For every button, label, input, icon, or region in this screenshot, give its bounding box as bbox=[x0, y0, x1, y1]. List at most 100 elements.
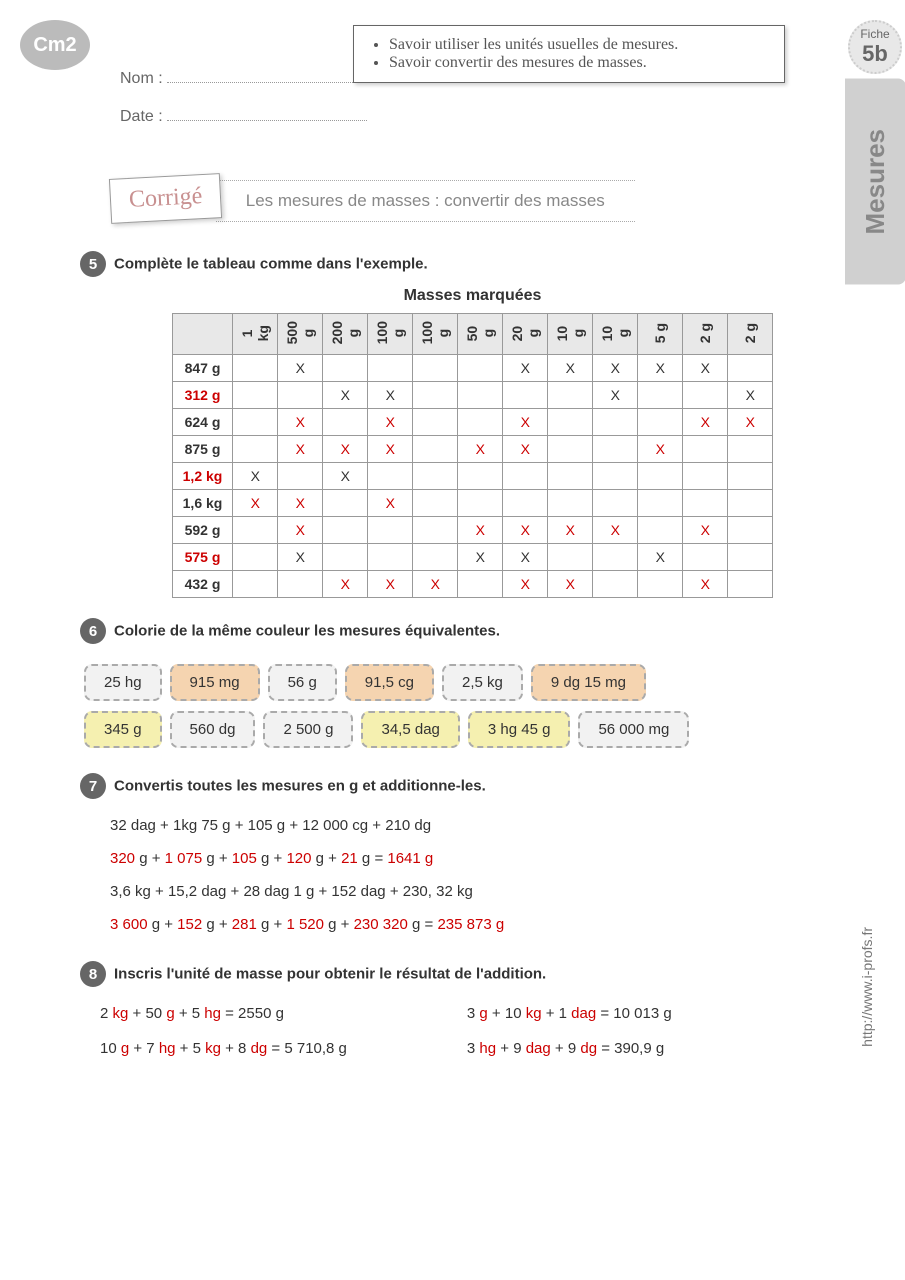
mass-cell bbox=[278, 463, 323, 490]
ex8-body: 2 kg + 50 g + 5 hg = 2550 g10 g + 7 hg +… bbox=[100, 997, 865, 1066]
ex7-line1: 32 dag + 1kg 75 g + 105 g + 12 000 cg + … bbox=[110, 809, 865, 842]
mass-col-header: 10 g bbox=[548, 314, 593, 355]
mass-cell: X bbox=[548, 517, 593, 544]
ex7-num: 7 bbox=[80, 773, 106, 799]
ex7-line4: 3 600 g + 152 g + 281 g + 1 520 g + 230 … bbox=[110, 908, 865, 941]
mass-cell bbox=[728, 490, 773, 517]
fiche-badge: Fiche 5b bbox=[848, 20, 902, 74]
mass-cell: X bbox=[458, 544, 503, 571]
mass-cell bbox=[728, 517, 773, 544]
ex8-line: 2 kg + 50 g + 5 hg = 2550 g bbox=[100, 997, 347, 1032]
mass-cell: X bbox=[728, 409, 773, 436]
table-row: 1,2 kgXX bbox=[172, 463, 773, 490]
corrige-stamp: Corrigé bbox=[109, 173, 223, 224]
chip: 2 500 g bbox=[263, 711, 353, 748]
mass-cell: X bbox=[683, 409, 728, 436]
mass-cell bbox=[548, 436, 593, 463]
mass-cell bbox=[458, 382, 503, 409]
mass-cell bbox=[728, 436, 773, 463]
ex8-line: 3 g + 10 kg + 1 dag = 10 013 g bbox=[467, 997, 672, 1032]
chip: 91,5 cg bbox=[345, 664, 434, 701]
mass-cell: X bbox=[503, 517, 548, 544]
mass-cell bbox=[413, 463, 458, 490]
mass-cell bbox=[413, 409, 458, 436]
ex8-title: Inscris l'unité de masse pour obtenir le… bbox=[114, 966, 546, 983]
mass-cell bbox=[458, 355, 503, 382]
table-row: 575 gXXXX bbox=[172, 544, 773, 571]
chip: 2,5 kg bbox=[442, 664, 523, 701]
chip: 345 g bbox=[84, 711, 162, 748]
mass-cell bbox=[728, 571, 773, 598]
mass-cell bbox=[368, 463, 413, 490]
mass-cell: X bbox=[683, 355, 728, 382]
mass-cell bbox=[593, 490, 638, 517]
mass-cell: X bbox=[368, 436, 413, 463]
mass-cell bbox=[233, 544, 278, 571]
mass-col-header: 1 kg bbox=[233, 314, 278, 355]
mass-cell bbox=[638, 409, 683, 436]
ex5-num: 5 bbox=[80, 251, 106, 277]
mass-cell: X bbox=[368, 571, 413, 598]
mass-cell bbox=[593, 571, 638, 598]
chip: 915 mg bbox=[170, 664, 260, 701]
mass-cell bbox=[683, 544, 728, 571]
mass-cell bbox=[638, 517, 683, 544]
date-field: Date : bbox=[120, 108, 865, 126]
mass-cell: X bbox=[458, 436, 503, 463]
mass-cell bbox=[278, 382, 323, 409]
mass-cell bbox=[638, 382, 683, 409]
mass-cell bbox=[503, 490, 548, 517]
mass-col-header: 20 g bbox=[503, 314, 548, 355]
fiche-label: Fiche bbox=[860, 27, 889, 41]
mass-cell bbox=[548, 409, 593, 436]
worksheet-page: Cm2 Nom : Date : Savoir utiliser les uni… bbox=[0, 0, 905, 1106]
mass-cell bbox=[548, 490, 593, 517]
mass-cell bbox=[323, 517, 368, 544]
mass-cell: X bbox=[503, 436, 548, 463]
mass-cell bbox=[233, 355, 278, 382]
mass-cell bbox=[233, 571, 278, 598]
ex6-num: 6 bbox=[80, 618, 106, 644]
table-row: 875 gXXXXXX bbox=[172, 436, 773, 463]
row-label: 592 g bbox=[172, 517, 233, 544]
mass-cell bbox=[278, 571, 323, 598]
mass-cell: X bbox=[233, 463, 278, 490]
ex6-chips: 25 hg915 mg56 g91,5 cg2,5 kg9 dg 15 mg34… bbox=[80, 659, 865, 753]
mass-cell bbox=[233, 382, 278, 409]
row-label: 1,6 kg bbox=[172, 490, 233, 517]
mass-cell bbox=[683, 436, 728, 463]
mass-cell: X bbox=[368, 490, 413, 517]
date-line bbox=[167, 120, 367, 121]
grade-badge: Cm2 bbox=[20, 20, 90, 70]
table-row: 312 gXXXX bbox=[172, 382, 773, 409]
mass-cell: X bbox=[503, 544, 548, 571]
ex5-title: Complète le tableau comme dans l'exemple… bbox=[114, 256, 428, 273]
mass-cell: X bbox=[413, 571, 458, 598]
ex7-body: 32 dag + 1kg 75 g + 105 g + 12 000 cg + … bbox=[110, 809, 865, 941]
mass-cell: X bbox=[548, 571, 593, 598]
objective-1: Savoir utiliser les unités usuelles de m… bbox=[389, 36, 764, 54]
mass-cell: X bbox=[233, 490, 278, 517]
mass-cell bbox=[413, 436, 458, 463]
mass-cell bbox=[413, 490, 458, 517]
mass-cell bbox=[728, 544, 773, 571]
fiche-num: 5b bbox=[862, 41, 888, 67]
row-label: 624 g bbox=[172, 409, 233, 436]
mass-col-header: 500 g bbox=[278, 314, 323, 355]
mass-cell: X bbox=[278, 409, 323, 436]
ex6-header: 6Colorie de la même couleur les mesures … bbox=[80, 618, 865, 644]
mass-cell bbox=[683, 490, 728, 517]
mass-cell bbox=[368, 355, 413, 382]
page-title: Les mesures de masses : convertir des ma… bbox=[216, 180, 635, 222]
mass-cell: X bbox=[278, 436, 323, 463]
row-label: 432 g bbox=[172, 571, 233, 598]
mass-cell: X bbox=[638, 355, 683, 382]
ex8-header: 8Inscris l'unité de masse pour obtenir l… bbox=[80, 961, 865, 987]
mass-cell: X bbox=[323, 382, 368, 409]
mass-cell bbox=[593, 463, 638, 490]
mass-cell: X bbox=[278, 517, 323, 544]
mass-cell: X bbox=[548, 355, 593, 382]
chip: 34,5 dag bbox=[361, 711, 459, 748]
chip: 560 dg bbox=[170, 711, 256, 748]
mass-cell bbox=[683, 463, 728, 490]
